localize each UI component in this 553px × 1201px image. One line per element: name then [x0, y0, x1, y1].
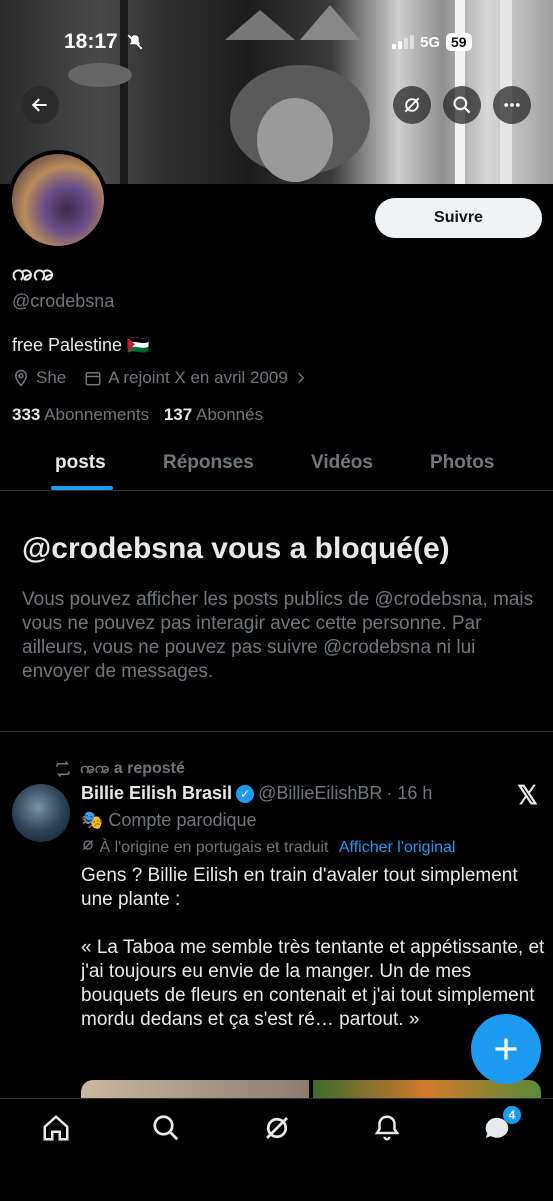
network-label: 5G: [420, 33, 441, 51]
status-time: 18:17: [64, 30, 118, 53]
plus-icon: [495, 1038, 517, 1060]
active-tab-indicator: [51, 486, 113, 490]
translation-note: À l'origine en portugais et traduit Affi…: [81, 838, 455, 857]
tab-videos[interactable]: Vidéos: [311, 452, 373, 474]
profile-handle: @crodebsna: [12, 291, 115, 311]
parody-label: 🎭 Compte parodique: [81, 810, 257, 830]
show-original-link[interactable]: Afficher l'original: [339, 839, 456, 856]
search-icon: [453, 96, 471, 114]
tab-posts[interactable]: posts: [55, 452, 106, 474]
post-header: Billie Eilish Brasil ✓ @BillieEilishBR ·…: [81, 783, 432, 804]
bottom-navigation: [0, 1098, 553, 1201]
messages-badge: 4: [503, 1106, 521, 1124]
bell-muted-icon: [127, 34, 143, 50]
blocked-body: Vous pouvez afficher les posts publics d…: [22, 589, 534, 682]
follow-button[interactable]: Suivre: [375, 198, 542, 238]
notifications-bell-icon[interactable]: [372, 1113, 402, 1143]
home-icon[interactable]: [41, 1113, 71, 1143]
tab-replies[interactable]: Réponses: [163, 452, 254, 474]
grok-icon[interactable]: [262, 1113, 292, 1143]
calendar-icon: [85, 372, 101, 386]
post-author-handle[interactable]: @BillieEilishBR: [258, 783, 382, 804]
x-logo-icon[interactable]: 𝕏: [517, 780, 538, 811]
post-time: · 16 h: [386, 783, 433, 803]
location-pin-icon: [14, 369, 28, 387]
more-button[interactable]: [493, 86, 531, 124]
compose-button[interactable]: [471, 1014, 541, 1084]
verified-badge-icon: ✓: [236, 784, 255, 803]
profile-stats: 333 Abonnements 137 Abonnés: [12, 405, 263, 425]
battery-indicator: 59: [446, 33, 472, 51]
profile-tabs: posts Réponses Vidéos Photos: [0, 440, 553, 491]
post-author-avatar[interactable]: [12, 784, 70, 842]
translation-text: À l'origine en portugais et traduit: [99, 839, 329, 856]
followers-link[interactable]: 137 Abonnés: [164, 405, 263, 424]
blocked-title: @crodebsna vous a bloqué(e): [22, 532, 450, 565]
status-indicators: 5G 59: [392, 33, 472, 51]
profile-location: She: [36, 368, 67, 387]
profile-name: ꩠꩠ: [12, 259, 55, 285]
grok-icon: [404, 97, 420, 113]
repost-icon: [56, 760, 70, 778]
chevron-right-icon: [297, 372, 305, 384]
repost-label[interactable]: ꩠꩠ a reposté: [80, 757, 185, 781]
profile-joined[interactable]: A rejoint X en avril 2009: [108, 368, 288, 388]
following-link[interactable]: 333 Abonnements: [12, 405, 149, 424]
back-button[interactable]: [21, 86, 59, 124]
grok-icon: [82, 839, 94, 851]
signal-icon: [392, 35, 414, 49]
profile-meta: She A rejoint X en avril 2009: [12, 368, 308, 388]
search-button[interactable]: [443, 86, 481, 124]
followers-label: Abonnés: [195, 405, 264, 424]
profile-bio: free Palestine 🇵🇸: [12, 335, 150, 355]
following-label: Abonnements: [44, 405, 150, 424]
arrow-left-icon: [31, 98, 47, 112]
more-dots-icon: [504, 103, 520, 107]
search-icon[interactable]: [151, 1113, 181, 1143]
divider: [0, 731, 553, 732]
followers-count: 137: [163, 405, 193, 424]
post-text: Gens ? Billie Eilish en train d'avaler t…: [81, 865, 545, 1030]
post-media-1[interactable]: [81, 1080, 309, 1098]
profile-avatar[interactable]: [8, 150, 108, 250]
post-author-name[interactable]: Billie Eilish Brasil: [81, 783, 232, 804]
grok-button[interactable]: [393, 86, 431, 124]
tab-photos[interactable]: Photos: [430, 452, 494, 474]
following-count: 333: [12, 405, 41, 424]
repost-indicator: ꩠꩠ a reposté: [54, 757, 185, 781]
